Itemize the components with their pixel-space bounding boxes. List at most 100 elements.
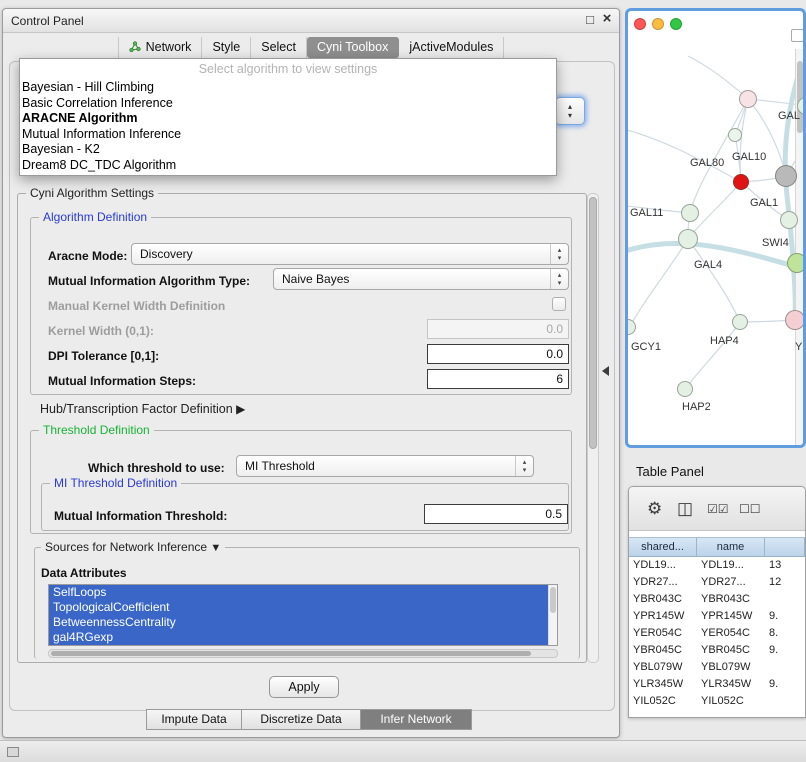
- network-node-label: HAP4: [710, 335, 739, 347]
- network-node-label: GCY1: [631, 341, 661, 353]
- attribute-item[interactable]: TopologicalCoefficient: [49, 600, 549, 615]
- tab-jactivemodules[interactable]: jActiveModules: [399, 37, 504, 58]
- attribute-list-horizontal-scrollbar[interactable]: [48, 649, 558, 658]
- network-node[interactable]: [677, 381, 693, 397]
- column-header-name[interactable]: name: [697, 538, 765, 556]
- threshold-definition-group: Threshold Definition Which threshold to …: [30, 430, 572, 534]
- window-title: Control Panel: [11, 14, 84, 28]
- algorithm-dropdown-popup: Select algorithm to view settings Bayesi…: [19, 58, 557, 176]
- column-header-extra[interactable]: [765, 538, 805, 556]
- kernel-width-field[interactable]: 0.0: [427, 319, 569, 339]
- attribute-item[interactable]: SelfLoops: [49, 585, 549, 600]
- table-row[interactable]: YDR27... YDR27... 12: [629, 574, 805, 591]
- bottom-panel-bar: [0, 740, 806, 762]
- toolbar-fragment[interactable]: [791, 29, 803, 42]
- algorithm-option[interactable]: ARACNE Algorithm: [20, 111, 556, 127]
- control-panel-titlebar[interactable]: Control Panel □ ×: [3, 9, 619, 33]
- network-node-label: GAL4: [694, 259, 722, 271]
- attribute-list-vertical-scrollbar[interactable]: [548, 585, 557, 645]
- settings-gear-icon[interactable]: ⚙: [647, 499, 662, 519]
- control-panel-tab-bar: Network Style Select Cyni Toolbox jActiv…: [3, 34, 619, 60]
- attribute-item[interactable]: BetweennessCentrality: [49, 615, 549, 630]
- algorithm-option[interactable]: Basic Correlation Inference: [20, 96, 556, 112]
- manual-kernel-checkbox[interactable]: [552, 297, 566, 311]
- network-node[interactable]: [678, 229, 698, 249]
- network-node[interactable]: [732, 314, 748, 330]
- algorithm-combo-stepper[interactable]: ▴▾: [555, 97, 585, 125]
- network-node-label: SWI4: [762, 237, 789, 249]
- tab-impute-data[interactable]: Impute Data: [146, 709, 242, 730]
- table-row[interactable]: YBR045C YBR045C 9.: [629, 642, 805, 659]
- table-row[interactable]: YIL052C YIL052C: [629, 693, 805, 710]
- table-row[interactable]: YBR043C YBR043C: [629, 591, 805, 608]
- attribute-item[interactable]: gal4RGexp: [49, 630, 549, 645]
- tab-network[interactable]: Network: [118, 37, 203, 58]
- apply-button[interactable]: Apply: [269, 676, 339, 698]
- close-window-button[interactable]: ×: [600, 10, 614, 27]
- dpi-tolerance-label: DPI Tolerance [0,1]:: [48, 349, 159, 363]
- network-node[interactable]: [681, 204, 699, 222]
- sources-section-header[interactable]: Sources for Network Inference ▼: [41, 540, 225, 554]
- network-canvas[interactable]: GAL10GAL11GAL1GAL4SWI4HAP4YHAP2GCY1GAL80…: [628, 11, 803, 445]
- network-node[interactable]: [733, 174, 749, 190]
- column-header-shared-name[interactable]: shared...: [629, 538, 697, 556]
- select-all-icon[interactable]: ☑☑: [707, 502, 729, 516]
- stepper-icon: ▴▾: [515, 456, 533, 476]
- algorithm-placeholder: Select algorithm to view settings: [20, 61, 556, 80]
- panel-icon[interactable]: [7, 747, 19, 757]
- table-row[interactable]: YLR345W YLR345W 9.: [629, 676, 805, 693]
- mi-type-label: Mutual Information Algorithm Type:: [48, 274, 250, 288]
- hub-section-header[interactable]: Hub/Transcription Factor Definition ▶: [40, 402, 245, 416]
- aracne-mode-select[interactable]: Discovery ▴▾: [131, 243, 569, 265]
- kernel-width-label: Kernel Width (0,1):: [48, 324, 154, 338]
- mi-algorithm-type-select[interactable]: Naive Bayes ▴▾: [273, 268, 569, 290]
- expand-arrow-icon[interactable]: ▶: [236, 402, 245, 416]
- float-window-button[interactable]: □: [583, 12, 597, 27]
- table-row[interactable]: YBL079W YBL079W: [629, 659, 805, 676]
- stepper-icon: ▴▾: [550, 244, 568, 264]
- table-row[interactable]: YDL19... YDL19... 13: [629, 557, 805, 574]
- dpi-tolerance-field[interactable]: 0.0: [427, 344, 569, 364]
- algorithm-option[interactable]: Bayesian - Hill Climbing: [20, 80, 556, 96]
- tab-label: Style: [212, 40, 240, 54]
- settings-scrollbar-thumb[interactable]: [589, 197, 597, 449]
- panel-collapse-arrow[interactable]: [602, 366, 609, 376]
- algorithm-option[interactable]: Mutual Information Inference: [20, 127, 556, 143]
- table-row[interactable]: YER054C YER054C 8.: [629, 625, 805, 642]
- tab-label: Cyni Toolbox: [317, 40, 388, 54]
- minimize-traffic-light[interactable]: [652, 18, 664, 30]
- network-node[interactable]: [728, 128, 742, 142]
- tab-discretize-data[interactable]: Discretize Data: [241, 709, 361, 730]
- network-node-label: GAL: [778, 110, 800, 122]
- mi-steps-field[interactable]: 6: [427, 369, 569, 389]
- settings-group-title: Cyni Algorithm Settings: [26, 186, 158, 200]
- algorithm-options-list: Bayesian - Hill Climbing Basic Correlati…: [20, 80, 556, 173]
- mi-threshold-field[interactable]: 0.5: [424, 504, 568, 524]
- tab-infer-network[interactable]: Infer Network: [360, 709, 472, 730]
- network-node[interactable]: [785, 310, 803, 330]
- zoom-traffic-light[interactable]: [670, 18, 682, 30]
- tab-style[interactable]: Style: [202, 37, 251, 58]
- network-node[interactable]: [775, 165, 797, 187]
- close-traffic-light[interactable]: [634, 18, 646, 30]
- network-icon: [129, 41, 141, 53]
- tab-cyni-toolbox[interactable]: Cyni Toolbox: [307, 37, 399, 58]
- mi-threshold-label: Mutual Information Threshold:: [54, 509, 227, 523]
- tab-select[interactable]: Select: [251, 37, 307, 58]
- which-threshold-select[interactable]: MI Threshold ▴▾: [236, 455, 534, 477]
- algorithm-option[interactable]: Bayesian - K2: [20, 142, 556, 158]
- algorithm-option[interactable]: Dream8 DC_TDC Algorithm: [20, 158, 556, 174]
- table-row[interactable]: YPR145W YPR145W 9.: [629, 608, 805, 625]
- collapse-arrow-icon[interactable]: ▼: [210, 542, 221, 554]
- network-node[interactable]: [780, 211, 798, 229]
- network-node[interactable]: [787, 253, 803, 273]
- mi-threshold-definition-group: MI Threshold Definition Mutual Informati…: [41, 483, 569, 531]
- columns-icon[interactable]: ◫: [677, 499, 693, 519]
- hub-section-label: Hub/Transcription Factor Definition: [40, 402, 233, 416]
- network-node[interactable]: [739, 90, 757, 108]
- settings-scrollbar[interactable]: [587, 193, 599, 663]
- table-panel-window: ⚙ ◫ ☑☑ ☐☐ shared... name YDL19... YDL19.…: [628, 486, 806, 718]
- network-edges: [628, 11, 803, 445]
- threshold-definition-title: Threshold Definition: [39, 423, 154, 437]
- deselect-all-icon[interactable]: ☐☐: [739, 502, 761, 516]
